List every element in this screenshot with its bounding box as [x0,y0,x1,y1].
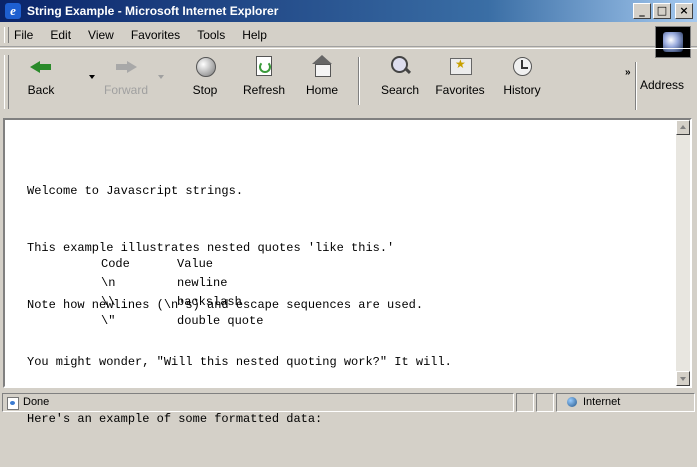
toolbar-separator [358,57,360,105]
status-text-pane: Done [2,393,514,412]
column-header-code: Code [101,257,130,271]
history-button[interactable]: History [494,55,550,111]
table-cell-code: \\ [101,295,116,309]
toolbar-grip[interactable] [4,55,9,109]
menu-view[interactable]: View [86,28,116,42]
search-label: Search [380,83,420,97]
favorites-button[interactable]: Favorites [430,55,490,111]
close-icon: × [679,4,689,17]
security-zone-pane[interactable]: Internet [556,393,695,412]
search-button[interactable]: Search [374,55,426,111]
refresh-icon [251,55,277,79]
maximize-button[interactable]: □ [653,3,671,19]
minimize-button[interactable]: _ [633,3,651,19]
table-row: \n newline [101,274,263,293]
text-line: You might wonder, "Will this nested quot… [27,355,452,369]
scroll-down-button[interactable] [676,371,690,386]
table-cell-code: \" [101,314,116,328]
standard-toolbar: Back Forward Stop Refresh Home Search Fa… [0,48,697,115]
table-row: \" double quote [101,312,263,331]
stop-label: Stop [192,83,218,97]
table-row: \\ backslash [101,293,263,312]
formatted-data-table: Code Value \n newline \\ backslash \" double… [101,255,263,331]
menu-bar: File Edit View Favorites Tools Help [0,24,697,47]
status-pane-empty [536,393,554,412]
page-content[interactable]: Welcome to Javascript strings. This exam… [3,118,692,426]
forward-dropdown-arrow[interactable] [158,75,164,79]
menu-tools[interactable]: Tools [195,28,227,42]
favorites-icon [447,55,473,79]
refresh-button[interactable]: Refresh [236,55,292,111]
status-pane-empty [516,393,534,412]
forward-arrow-icon [113,55,139,79]
refresh-label: Refresh [242,83,286,97]
back-dropdown-arrow[interactable] [89,75,95,79]
address-label[interactable]: Address [640,78,684,92]
address-separator [635,62,637,110]
history-icon [509,55,535,79]
status-text: Done [23,396,50,408]
table-header-row: Code Value [101,255,263,274]
zone-label: Internet [583,396,621,408]
back-arrow-icon [28,55,54,79]
menu-edit[interactable]: Edit [48,28,73,42]
browser-window: e String Example - Microsoft Internet Ex… [0,0,697,426]
toolbar-chevron[interactable]: » [625,67,631,78]
stop-button[interactable]: Stop [182,55,228,111]
history-label: History [503,83,541,97]
menu-items: File Edit View Favorites Tools Help [12,28,269,42]
ie-logo-icon[interactable]: e [5,3,21,19]
menu-file[interactable]: File [12,28,35,42]
menu-bar-grip[interactable] [4,27,9,43]
minimize-icon: _ [639,4,645,17]
table-cell-value: newline [177,276,228,290]
forward-button[interactable]: Forward [98,55,154,111]
status-bar: Done Internet [0,391,697,414]
table-cell-value: double quote [177,314,264,328]
column-header-value: Value [177,257,214,271]
menu-help[interactable]: Help [240,28,269,42]
search-icon [387,55,413,79]
page-done-icon [7,397,19,410]
title-bar[interactable]: e String Example - Microsoft Internet Ex… [0,0,697,22]
text-line: Welcome to Javascript strings. [27,184,244,198]
window-controls: _ □ × [633,3,693,19]
internet-globe-icon [567,397,577,407]
scroll-up-button[interactable] [676,120,690,135]
vertical-scrollbar[interactable] [676,120,690,386]
table-cell-value: backslash [177,295,242,309]
menu-favorites[interactable]: Favorites [129,28,182,42]
back-button[interactable]: Back [18,55,64,111]
maximize-icon: □ [656,4,668,17]
home-icon [309,55,335,79]
home-button[interactable]: Home [298,55,346,111]
favorites-label: Favorites [435,83,485,97]
table-cell-code: \n [101,276,116,290]
forward-label: Forward [103,83,148,97]
close-button[interactable]: × [675,3,693,19]
back-label: Back [27,83,55,97]
window-title: String Example - Microsoft Internet Expl… [27,4,279,18]
home-label: Home [305,83,338,97]
stop-icon [192,55,218,79]
